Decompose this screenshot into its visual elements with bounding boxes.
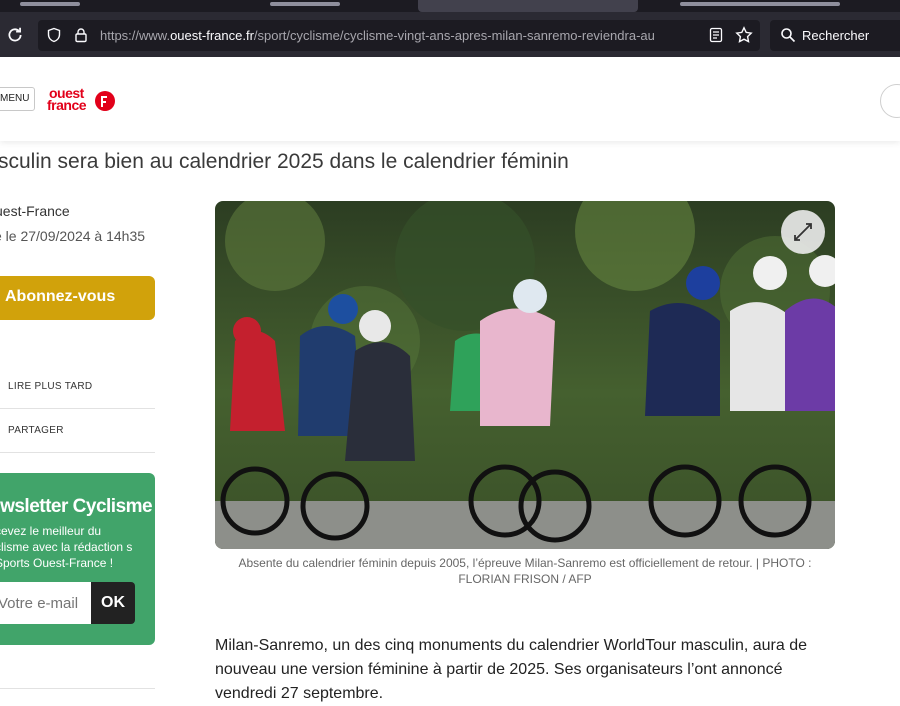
reload-icon[interactable]: [6, 26, 24, 44]
cyclists-photo-illustration: [215, 201, 835, 549]
photo-caption: Absente du calendrier féminin depuis 200…: [238, 556, 812, 586]
tab-title-fragment[interactable]: [270, 2, 340, 6]
reader-view-icon[interactable]: [708, 27, 724, 43]
ouest-france-logo[interactable]: ouest france: [47, 86, 117, 113]
read-later-label: LIRE PLUS TARD: [8, 381, 93, 392]
expand-button[interactable]: [781, 210, 825, 254]
tracking-shield-icon[interactable]: [46, 27, 62, 43]
menu-button[interactable]: MENU: [0, 87, 35, 111]
tab-strip: [0, 0, 900, 12]
tab-title-fragment[interactable]: [20, 2, 80, 6]
share-label: PARTAGER: [8, 425, 64, 436]
site-header: MENU ouest france: [0, 57, 900, 141]
site-search-button[interactable]: [880, 84, 900, 118]
tab-title-fragment[interactable]: [680, 2, 840, 6]
logo-line-2: france: [47, 97, 87, 113]
article-byline: uest-France: [0, 203, 70, 219]
article-photo[interactable]: [215, 201, 835, 549]
active-tab[interactable]: [418, 0, 638, 12]
article-dateline: é le 27/09/2024 à 14h35: [0, 228, 146, 244]
newsletter-description: cevez le meilleur du clisme avec la réda…: [0, 524, 133, 570]
navigation-toolbar: https://www.ouest-france.fr/sport/cyclis…: [0, 12, 900, 57]
newsletter-submit-button[interactable]: OK: [91, 582, 135, 624]
subscribe-label: Abonnez-vous: [5, 288, 116, 305]
logo-mark-icon: [95, 91, 115, 111]
article-body: Milan-Sanremo, un des cinq monuments du …: [215, 637, 807, 702]
search-bar[interactable]: Rechercher: [770, 20, 900, 51]
address-bar[interactable]: https://www.ouest-france.fr/sport/cyclis…: [38, 20, 760, 51]
url-prefix: https://www.: [100, 28, 171, 43]
newsletter-box: ewsletter Cyclisme cevez le meilleur du …: [0, 473, 155, 645]
newsletter-email-input[interactable]: [0, 582, 92, 624]
search-placeholder: Rechercher: [802, 28, 870, 43]
url-text[interactable]: https://www.ouest-france.fr/sport/cyclis…: [100, 28, 692, 44]
bookmark-star-icon[interactable]: [735, 26, 753, 44]
url-domain: ouest-france.fr: [170, 28, 254, 43]
subscribe-button[interactable]: Abonnez-vous: [0, 276, 155, 320]
search-icon: [781, 28, 796, 43]
read-later-button[interactable]: LIRE PLUS TARD: [0, 365, 155, 409]
article-headline: sculin sera bien au calendrier 2025 dans…: [0, 150, 569, 173]
sidebar-divider: [0, 688, 155, 689]
share-button[interactable]: PARTAGER: [0, 409, 155, 453]
url-path: /sport/cyclisme/cyclisme-vingt-ans-apres…: [253, 28, 655, 43]
lock-icon[interactable]: [73, 27, 89, 43]
newsletter-title: ewsletter Cyclisme: [0, 496, 153, 517]
